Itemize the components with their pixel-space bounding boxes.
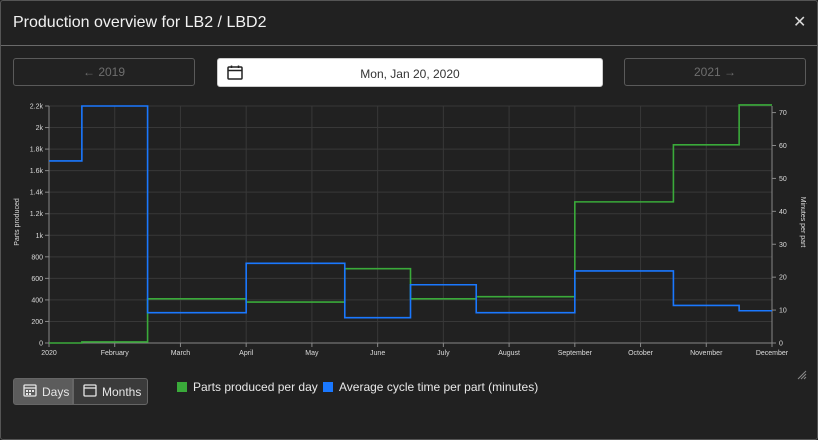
y-left-tick-label: 1.6k bbox=[30, 168, 44, 175]
y-left-tick-label: 1.2k bbox=[30, 211, 44, 218]
y-left-tick-label: 400 bbox=[31, 297, 43, 304]
production-chart: Parts produced Minutes per part 2020 Febr… bbox=[14, 104, 806, 358]
y-left-tick-label: 2.2k bbox=[30, 104, 44, 111]
months-toggle-button[interactable]: Months bbox=[73, 378, 148, 405]
legend-parts-label: Parts produced per day bbox=[193, 380, 318, 394]
calendar-days-icon bbox=[23, 383, 37, 400]
y-right-tick-label: 60 bbox=[779, 143, 787, 150]
months-label: Months bbox=[102, 384, 142, 399]
y-axis-right-label: Minutes per part bbox=[799, 197, 806, 248]
legend-parts[interactable]: Parts produced per day bbox=[177, 380, 318, 394]
legend-cycle[interactable]: Average cycle time per part (minutes) bbox=[323, 380, 538, 394]
legend-cycle-swatch bbox=[323, 382, 333, 392]
y-right-tick-label: 40 bbox=[779, 209, 787, 216]
x-tick-label: February bbox=[101, 350, 130, 357]
x-tick-label: October bbox=[628, 350, 654, 357]
date-value: Mon, Jan 20, 2020 bbox=[360, 67, 460, 81]
legend-parts-swatch bbox=[177, 382, 187, 392]
x-tick-label: June bbox=[370, 350, 385, 357]
prev-year-button[interactable]: ← 2019 bbox=[13, 58, 195, 86]
y-left-tick-label: 0 bbox=[39, 341, 43, 348]
y-right-tick-label: 0 bbox=[779, 341, 783, 348]
cycle-time-series-line bbox=[49, 105, 772, 319]
x-tick-label: November bbox=[690, 350, 723, 357]
y-right-tick-label: 50 bbox=[779, 176, 787, 183]
next-year-button[interactable]: 2021 → bbox=[624, 58, 806, 86]
y-right-tick-label: 10 bbox=[779, 308, 787, 315]
x-tick-label: August bbox=[498, 350, 520, 357]
legend-cycle-label: Average cycle time per part (minutes) bbox=[339, 380, 539, 394]
y-axis-left-label: Parts produced bbox=[14, 198, 21, 246]
x-tick-label: May bbox=[305, 350, 319, 357]
y-left-tick-label: 2k bbox=[36, 125, 44, 132]
y-left-tick-label: 1.8k bbox=[30, 147, 44, 154]
x-tick-label: July bbox=[437, 350, 450, 357]
y-right-tick-label: 20 bbox=[779, 275, 787, 282]
y-left-tick-label: 800 bbox=[31, 254, 43, 261]
date-picker[interactable]: Mon, Jan 20, 2020 bbox=[217, 58, 603, 87]
x-tick-label: 2020 bbox=[41, 350, 57, 357]
y-left-tick-label: 600 bbox=[31, 276, 43, 283]
x-tick-label: April bbox=[239, 350, 253, 357]
y-left-tick-label: 200 bbox=[31, 319, 43, 326]
close-icon[interactable]: ✕ bbox=[793, 15, 806, 31]
calendar-icon bbox=[83, 383, 97, 400]
dialog-title: Production overview for LB2 / LBD2 bbox=[13, 14, 267, 31]
y-right-tick-label: 30 bbox=[779, 242, 787, 249]
y-left-tick-label: 1k bbox=[36, 233, 44, 240]
y-right-tick-label: 70 bbox=[779, 110, 787, 117]
x-tick-label: March bbox=[171, 350, 191, 357]
days-label: Days bbox=[42, 384, 70, 399]
x-tick-label: September bbox=[558, 350, 593, 357]
x-tick-label: December bbox=[756, 350, 789, 357]
y-left-tick-label: 1.4k bbox=[30, 190, 44, 197]
days-toggle-button[interactable]: Days bbox=[13, 378, 73, 405]
dialog-header: Production overview for LB2 / LBD2 ✕ bbox=[1, 1, 817, 46]
production-dialog: Production overview for LB2 / LBD2 ✕ ← 2… bbox=[0, 0, 818, 440]
resize-handle-icon[interactable] bbox=[795, 367, 807, 385]
